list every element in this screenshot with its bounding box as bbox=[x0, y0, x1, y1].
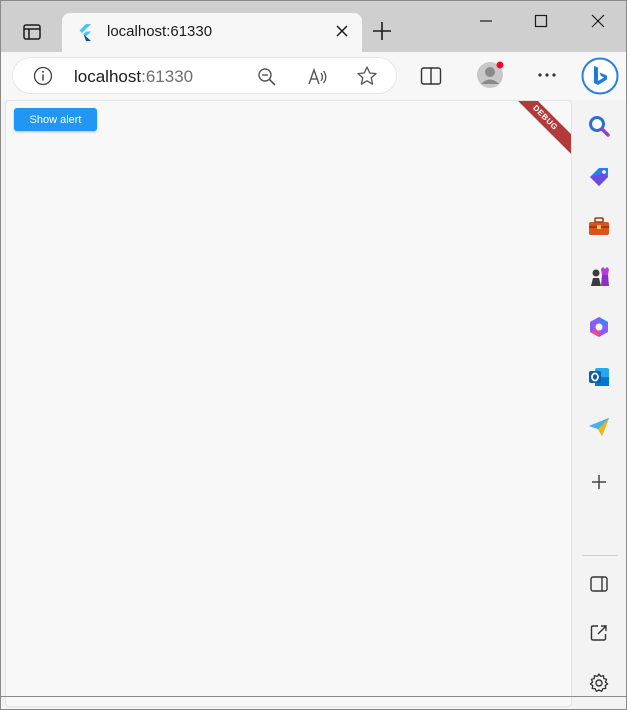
tools-icon bbox=[589, 217, 609, 235]
close-window-button[interactable] bbox=[583, 9, 613, 33]
close-icon bbox=[591, 14, 605, 28]
sidebar-add-button[interactable] bbox=[586, 469, 612, 495]
minimize-icon bbox=[480, 20, 492, 22]
sidebar-item-send[interactable] bbox=[586, 414, 612, 440]
sidebar-divider bbox=[582, 555, 618, 556]
sidebar-item-games[interactable] bbox=[586, 264, 612, 290]
toolbar: localhost:61330 bbox=[1, 52, 626, 100]
sidebar-item-search[interactable] bbox=[586, 113, 612, 139]
profile-avatar-icon[interactable] bbox=[476, 61, 504, 89]
tab-title: localhost:61330 bbox=[107, 23, 213, 40]
window-bottom-edge bbox=[1, 696, 627, 697]
url-port: :61330 bbox=[141, 67, 194, 86]
url-text[interactable]: localhost:61330 bbox=[74, 67, 193, 87]
tab-actions-button[interactable] bbox=[15, 15, 49, 49]
maximize-button[interactable] bbox=[526, 9, 556, 33]
browser-window: localhost:61330 localhost:61330 Show ale… bbox=[0, 0, 627, 710]
settings-icon bbox=[589, 673, 609, 692]
add-icon bbox=[592, 475, 606, 489]
office-icon bbox=[590, 317, 608, 337]
shopping-tag-icon bbox=[590, 168, 608, 186]
open-external-button[interactable] bbox=[586, 620, 612, 646]
page-content: Show alert DEBUG bbox=[5, 100, 572, 707]
show-alert-button[interactable]: Show alert bbox=[14, 108, 97, 131]
maximize-icon bbox=[534, 14, 548, 28]
sidebar-item-tools[interactable] bbox=[586, 214, 612, 240]
url-host: localhost bbox=[74, 67, 142, 86]
sidebar-toggle-icon bbox=[590, 576, 608, 592]
flutter-icon bbox=[79, 24, 91, 41]
open-external-icon bbox=[590, 625, 607, 641]
edge-sidebar bbox=[574, 100, 626, 709]
info-icon[interactable] bbox=[33, 66, 53, 86]
title-bar: localhost:61330 bbox=[1, 1, 626, 52]
sidebar-toggle-button[interactable] bbox=[586, 571, 612, 597]
close-tab-icon[interactable] bbox=[334, 23, 350, 39]
search-icon bbox=[589, 116, 610, 137]
bing-copilot-icon[interactable] bbox=[581, 57, 619, 95]
send-icon bbox=[589, 418, 609, 436]
favorite-star-icon[interactable] bbox=[356, 65, 378, 87]
new-tab-icon[interactable] bbox=[370, 19, 394, 43]
zoom-out-icon[interactable] bbox=[257, 67, 277, 87]
tab-actions-icon bbox=[23, 24, 41, 40]
browser-tab[interactable]: localhost:61330 bbox=[62, 13, 362, 52]
sidebar-item-outlook[interactable] bbox=[586, 364, 612, 390]
more-options-icon[interactable] bbox=[536, 67, 558, 83]
sidebar-item-office[interactable] bbox=[586, 314, 612, 340]
split-screen-icon[interactable] bbox=[420, 66, 442, 86]
settings-button[interactable] bbox=[586, 670, 612, 696]
games-icon bbox=[591, 267, 609, 286]
read-aloud-icon[interactable] bbox=[307, 66, 329, 88]
outlook-icon bbox=[589, 368, 609, 386]
minimize-button[interactable] bbox=[471, 9, 501, 33]
address-bar[interactable]: localhost:61330 bbox=[12, 57, 397, 94]
sidebar-item-shopping[interactable] bbox=[586, 164, 612, 190]
debug-banner: DEBUG bbox=[497, 101, 571, 166]
